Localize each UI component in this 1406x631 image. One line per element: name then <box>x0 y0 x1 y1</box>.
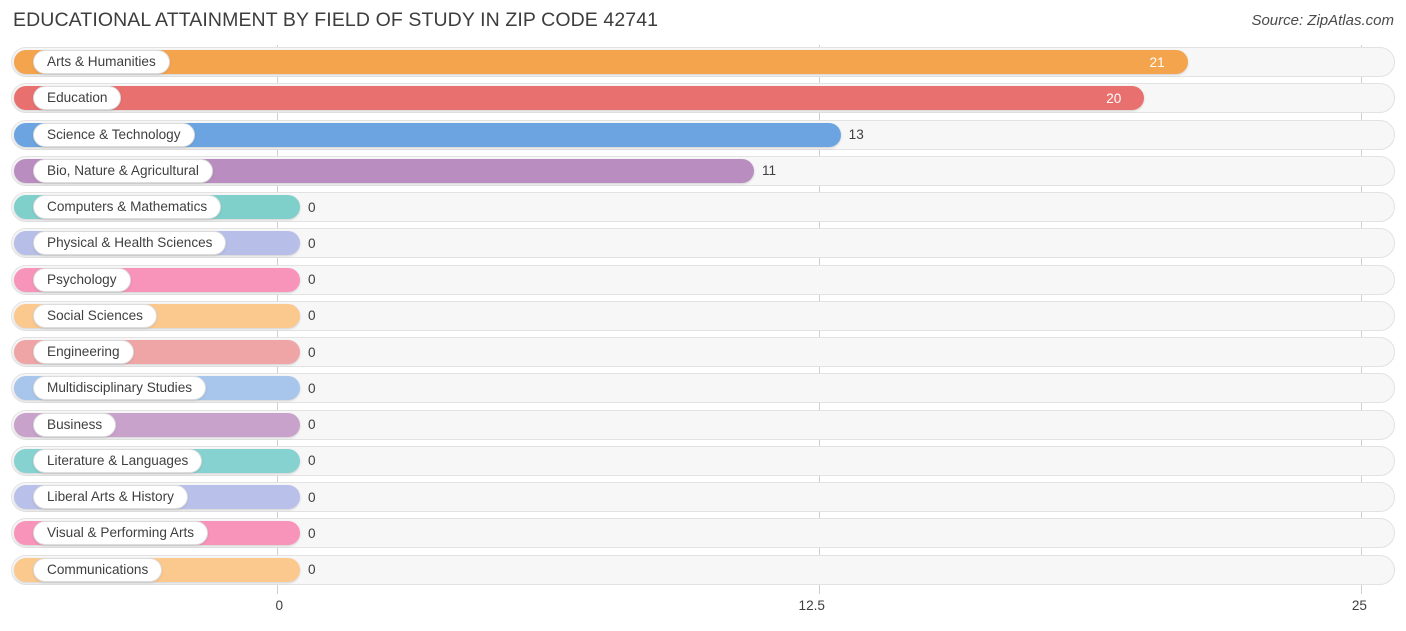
category-label-pill: Multidisciplinary Studies <box>33 376 207 401</box>
category-label: Literature & Languages <box>47 452 189 468</box>
bar-value-label: 13 <box>848 127 864 142</box>
category-label-pill: Computers & Mathematics <box>33 195 222 219</box>
category-label: Liberal Arts & History <box>47 489 174 505</box>
bar-row[interactable]: Computers & Mathematics 0 <box>0 190 1406 226</box>
page-title: EDUCATIONAL ATTAINMENT BY FIELD OF STUDY… <box>13 9 659 31</box>
axis-tick-mark <box>819 586 820 594</box>
bar-value-label: 0 <box>308 453 316 469</box>
bar-value-label: 21 <box>1149 54 1165 70</box>
bar-value-label: 0 <box>308 525 316 541</box>
category-label-pill: Literature & Languages <box>33 448 203 473</box>
bar[interactable] <box>14 50 1188 74</box>
category-label: Science & Technology <box>47 126 181 142</box>
bar-value-label: 0 <box>308 489 316 505</box>
axis-tick-label: 12.5 <box>798 598 825 613</box>
bar-value-label: 0 <box>308 308 316 324</box>
axis-tick-label: 25 <box>1351 598 1367 613</box>
bar-row[interactable]: Arts & Humanities 21 <box>0 45 1406 81</box>
category-label: Physical & Health Sciences <box>47 235 213 251</box>
category-label: Social Sciences <box>47 307 143 323</box>
category-label-pill: Social Sciences <box>33 303 157 328</box>
bar-value-label: 0 <box>308 272 316 287</box>
bar-row[interactable]: Multidisciplinary Studies 0 <box>0 371 1406 407</box>
bar-value-label: 0 <box>308 562 316 577</box>
bar-value-label: 0 <box>308 380 316 396</box>
category-label-pill: Education <box>33 86 122 111</box>
category-label-pill: Visual & Performing Arts <box>33 521 209 546</box>
axis-tick-mark <box>277 586 278 594</box>
bar-value-label: 11 <box>761 163 777 179</box>
source-attribution: Source: ZipAtlas.com <box>1251 12 1394 29</box>
axis-tick-mark <box>1361 586 1362 594</box>
plot-area: Arts & Humanities 21 Education 20 Science & … <box>0 45 1406 594</box>
bar[interactable] <box>14 86 1145 111</box>
bar-row[interactable]: Business 0 <box>0 408 1406 444</box>
category-label-pill: Bio, Nature & Agricultural <box>33 158 213 183</box>
category-label-pill: Communications <box>33 557 163 582</box>
bar-row[interactable]: Education 20 <box>0 81 1406 117</box>
bar-row[interactable]: Physical & Health Sciences 0 <box>0 226 1406 262</box>
category-label: Multidisciplinary Studies <box>47 380 193 396</box>
bar-row[interactable]: Engineering 0 <box>0 335 1406 371</box>
bar-row[interactable]: Bio, Nature & Agricultural 11 <box>0 154 1406 190</box>
axis-tick-label: 0 <box>275 598 283 613</box>
category-label: Bio, Nature & Agricultural <box>47 162 199 178</box>
category-label: Psychology <box>47 271 117 287</box>
category-label-pill: Business <box>33 412 117 437</box>
bar-value-label: 0 <box>308 235 316 251</box>
bar-value-label: 0 <box>308 199 316 215</box>
category-label: Business <box>47 416 103 432</box>
category-label: Arts & Humanities <box>47 54 156 70</box>
bar-row[interactable]: Social Sciences 0 <box>0 299 1406 335</box>
category-label-pill: Psychology <box>33 267 131 292</box>
bar-row[interactable]: Psychology 0 <box>0 263 1406 299</box>
x-axis: 0 12.5 25 <box>0 586 1406 631</box>
bar-value-label: 0 <box>308 344 316 360</box>
category-label: Education <box>47 90 108 106</box>
bar-value-label: 0 <box>308 417 316 432</box>
category-label: Visual & Performing Arts <box>47 525 195 541</box>
bar-row[interactable]: Science & Technology 13 <box>0 118 1406 154</box>
category-label-pill: Arts & Humanities <box>33 50 170 74</box>
category-label-pill: Engineering <box>33 340 134 364</box>
category-label-pill: Science & Technology <box>33 122 195 147</box>
bar-row[interactable]: Literature & Languages 0 <box>0 444 1406 480</box>
bar-value-label: 20 <box>1106 90 1122 106</box>
bar-row[interactable]: Visual & Performing Arts 0 <box>0 516 1406 552</box>
category-label: Computers & Mathematics <box>47 199 208 215</box>
category-label-pill: Liberal Arts & History <box>33 485 188 509</box>
category-label-pill: Physical & Health Sciences <box>33 231 227 256</box>
category-label: Communications <box>47 561 149 577</box>
bar-row[interactable]: Liberal Arts & History 0 <box>0 480 1406 516</box>
chart-page: EDUCATIONAL ATTAINMENT BY FIELD OF STUDY… <box>0 0 1406 631</box>
bar-row[interactable]: Communications 0 <box>0 553 1406 589</box>
category-label: Engineering <box>47 344 120 360</box>
